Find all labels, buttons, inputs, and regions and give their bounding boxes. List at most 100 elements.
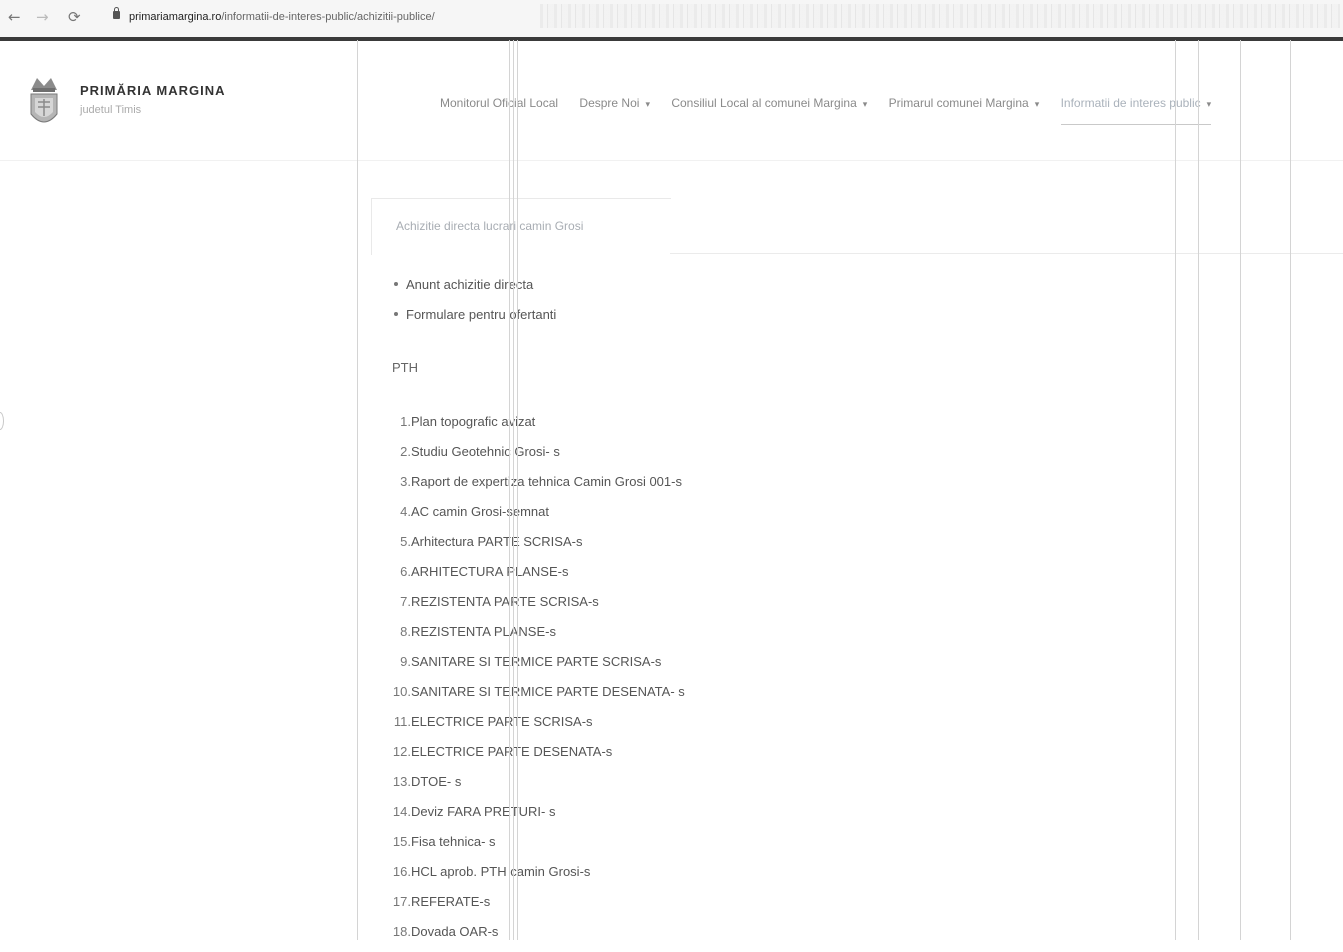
document-link[interactable]: ARHITECTURA PLANSE-s [411,564,568,579]
item-number: 3. [400,474,411,489]
document-item[interactable]: 16. HCL aprob. PTH camin Grosi-s [385,862,685,892]
nav-label: Primarul comunei Margina [888,96,1029,110]
item-number: 4. [400,504,411,519]
document-item[interactable]: 9. SANITARE SI TERMICE PARTE SCRISA-s [385,652,685,682]
document-item[interactable]: 1. Plan topografic avizat [385,412,685,442]
item-number: 9. [400,654,411,669]
item-number: 16. [392,864,411,879]
scan-line [1175,40,1176,940]
document-item[interactable]: 18. Dovada OAR-s [385,922,685,952]
tab-title: Achizitie directa lucrari camin Grosi [396,219,584,233]
document-link[interactable]: SANITARE SI TERMICE PARTE DESENATA- s [411,684,685,699]
document-link[interactable]: ELECTRICE PARTE DESENATA-s [411,744,612,759]
document-item[interactable]: 11. ELECTRICE PARTE SCRISA-s [385,712,685,742]
item-number: 18. [392,924,411,939]
lock-icon [113,7,120,19]
main-nav: Monitorul Oficial Local Despre Noi ▾ Cons… [440,96,1212,125]
scan-line [1240,40,1241,940]
document-link[interactable]: DTOE- s [411,774,461,789]
document-link[interactable]: ELECTRICE PARTE SCRISA-s [411,714,593,729]
nav-item-informatii-interes-public[interactable]: Informatii de interes public ▾ [1060,96,1212,125]
nav-label: Informatii de interes public [1060,96,1201,110]
document-item[interactable]: 5. Arhitectura PARTE SCRISA-s [385,532,685,562]
scan-noise [540,4,1340,28]
document-item[interactable]: 13. DTOE- s [385,772,685,802]
nav-item-primarul[interactable]: Primarul comunei Margina ▾ [889,96,1040,110]
nav-label: Consiliul Local al comunei Margina [671,96,857,110]
document-link[interactable]: AC camin Grosi-semnat [411,504,549,519]
document-item[interactable]: 14. Deviz FARA PRETURI- s [385,802,685,832]
document-item[interactable]: 17. REFERATE-s [385,892,685,922]
document-link[interactable]: SANITARE SI TERMICE PARTE SCRISA-s [411,654,661,669]
document-item[interactable]: 3. Raport de expertiza tehnica Camin Gro… [385,472,685,502]
document-link[interactable]: Dovada OAR-s [411,924,498,939]
scan-line [517,40,518,940]
scan-line [357,40,358,940]
browser-toolbar: ← → ⟳ primariamargina.ro/informatii-de-i… [0,0,1343,37]
caret-down-icon: ▾ [862,99,868,109]
document-link[interactable]: REZISTENTA PLANSE-s [411,624,556,639]
document-link[interactable]: REZISTENTA PARTE SCRISA-s [411,594,599,609]
toolbar-divider [0,37,1343,41]
bullet-icon [394,312,398,317]
caret-down-icon: ▾ [1034,99,1040,109]
site-title[interactable]: PRIMĂRIA MARGINA [80,83,226,98]
item-number: 7. [400,594,411,609]
caret-down-icon: ▾ [645,99,650,109]
coat-of-arms-logo[interactable] [27,72,61,130]
document-item[interactable]: 10. SANITARE SI TERMICE PARTE DESENATA- … [385,682,685,712]
list-item[interactable]: Anunt achizitie directa [392,274,556,304]
back-arrow-icon[interactable]: ← [8,8,21,26]
item-number: 14. [392,804,411,819]
document-link[interactable]: Raport de expertiza tehnica Camin Grosi … [411,474,682,489]
item-number: 15. [392,834,411,849]
document-link[interactable]: Deviz FARA PRETURI- s [411,804,555,819]
item-number: 5. [400,534,411,549]
url-host: primariamargina.ro [129,11,222,23]
item-number: 2. [400,444,411,459]
url-path: /informatii-de-interes-public/achizitii-… [221,11,435,23]
list-item[interactable]: Formulare pentru ofertanti [392,304,556,334]
item-number: 8. [400,624,411,639]
nav-label: Despre Noi [579,96,640,110]
section-label-pth: PTH [392,360,418,375]
item-number: 6. [400,564,411,579]
announcement-links: Anunt achizitie directa Formulare pentru… [392,274,556,334]
scan-line [1290,40,1291,940]
document-item[interactable]: 6. ARHITECTURA PLANSE-s [385,562,685,592]
document-list: 1. Plan topografic avizat 2. Studiu Geot… [385,412,685,952]
nav-item-despre-noi[interactable]: Despre Noi ▾ [579,96,650,110]
header-divider [0,160,1343,161]
address-bar[interactable]: primariamargina.ro/informatii-de-interes… [129,11,435,23]
item-number: 17. [392,894,411,909]
document-item[interactable]: 8. REZISTENTA PLANSE-s [385,622,685,652]
forward-arrow-icon[interactable]: → [36,8,49,26]
tab-achizitie-directa[interactable]: Achizitie directa lucrari camin Grosi [371,198,671,255]
item-number: 12. [392,744,411,759]
scan-line [509,40,510,940]
document-item[interactable]: 7. REZISTENTA PARTE SCRISA-s [385,592,685,622]
item-number: 10. [392,684,411,699]
document-item[interactable]: 4. AC camin Grosi-semnat [385,502,685,532]
document-link[interactable]: HCL aprob. PTH camin Grosi-s [411,864,590,879]
scan-edge-mark [0,412,4,430]
document-link[interactable]: Fisa tehnica- s [411,834,496,849]
tab-underline [670,253,1343,254]
document-item[interactable]: 15. Fisa tehnica- s [385,832,685,862]
item-number: 13. [392,774,411,789]
nav-item-monitorul-oficial[interactable]: Monitorul Oficial Local [440,96,558,110]
site-subtitle: judetul Timis [80,104,142,116]
reload-icon[interactable]: ⟳ [68,8,81,26]
item-number: 1. [400,414,411,429]
document-item[interactable]: 12. ELECTRICE PARTE DESENATA-s [385,742,685,772]
link-formulare-ofertanti[interactable]: Formulare pentru ofertanti [406,307,556,322]
document-link[interactable]: Studiu Geotehnic Grosi- s [411,444,560,459]
link-anunt-achizitie[interactable]: Anunt achizitie directa [406,277,533,292]
document-link[interactable]: Arhitectura PARTE SCRISA-s [411,534,582,549]
item-number: 11. [393,714,411,729]
scan-line [1198,40,1199,940]
document-link[interactable]: REFERATE-s [411,894,490,909]
document-item[interactable]: 2. Studiu Geotehnic Grosi- s [385,442,685,472]
bullet-icon [394,282,398,287]
nav-item-consiliul-local[interactable]: Consiliul Local al comunei Margina ▾ [671,96,867,110]
